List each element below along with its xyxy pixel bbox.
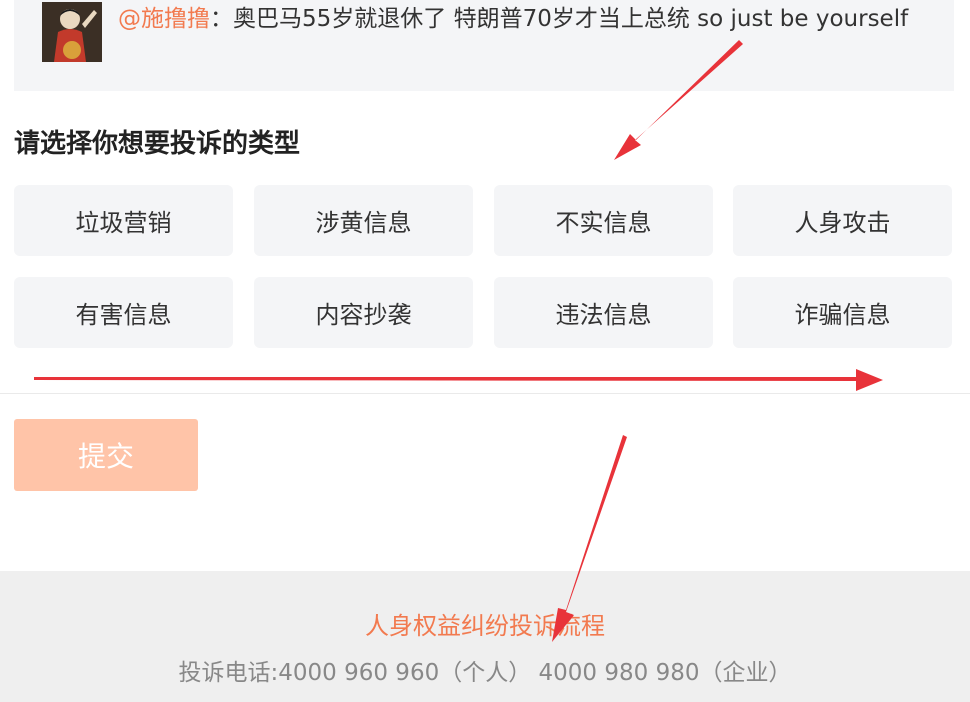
submit-button[interactable]: 提交 <box>14 419 198 491</box>
section-divider <box>0 393 970 394</box>
option-pornographic-info[interactable]: 涉黄信息 <box>254 185 473 256</box>
quoted-comment-text: 奥巴马55岁就退休了 特朗普70岁才当上总统 so just be yourse… <box>233 6 909 32</box>
option-plagiarism[interactable]: 内容抄袭 <box>254 277 473 348</box>
footer: 人身权益纠纷投诉流程 投诉电话:4000 960 960（个人） 4000 98… <box>0 571 970 702</box>
option-false-info[interactable]: 不实信息 <box>494 185 713 256</box>
avatar-image <box>42 2 102 62</box>
option-personal-attack[interactable]: 人身攻击 <box>733 185 952 256</box>
quoted-comment: @施撸撸：奥巴马55岁就退休了 特朗普70岁才当上总统 so just be y… <box>118 3 908 35</box>
quoted-username[interactable]: @施撸撸 <box>118 6 210 32</box>
option-spam-marketing[interactable]: 垃圾营销 <box>14 185 233 256</box>
quote-separator: ： <box>210 6 233 32</box>
complaint-type-title: 请选择你想要投诉的类型 <box>14 129 301 159</box>
user-avatar[interactable] <box>42 2 102 62</box>
annotation-arrow-horizontal <box>34 369 883 391</box>
option-illegal-info[interactable]: 违法信息 <box>494 277 713 348</box>
option-fraud-info[interactable]: 诈骗信息 <box>733 277 952 348</box>
rights-dispute-process-link[interactable]: 人身权益纠纷投诉流程 <box>0 609 970 643</box>
option-harmful-info[interactable]: 有害信息 <box>14 277 233 348</box>
complaint-phone: 投诉电话:4000 960 960（个人） 4000 980 980（企业） <box>178 660 792 686</box>
